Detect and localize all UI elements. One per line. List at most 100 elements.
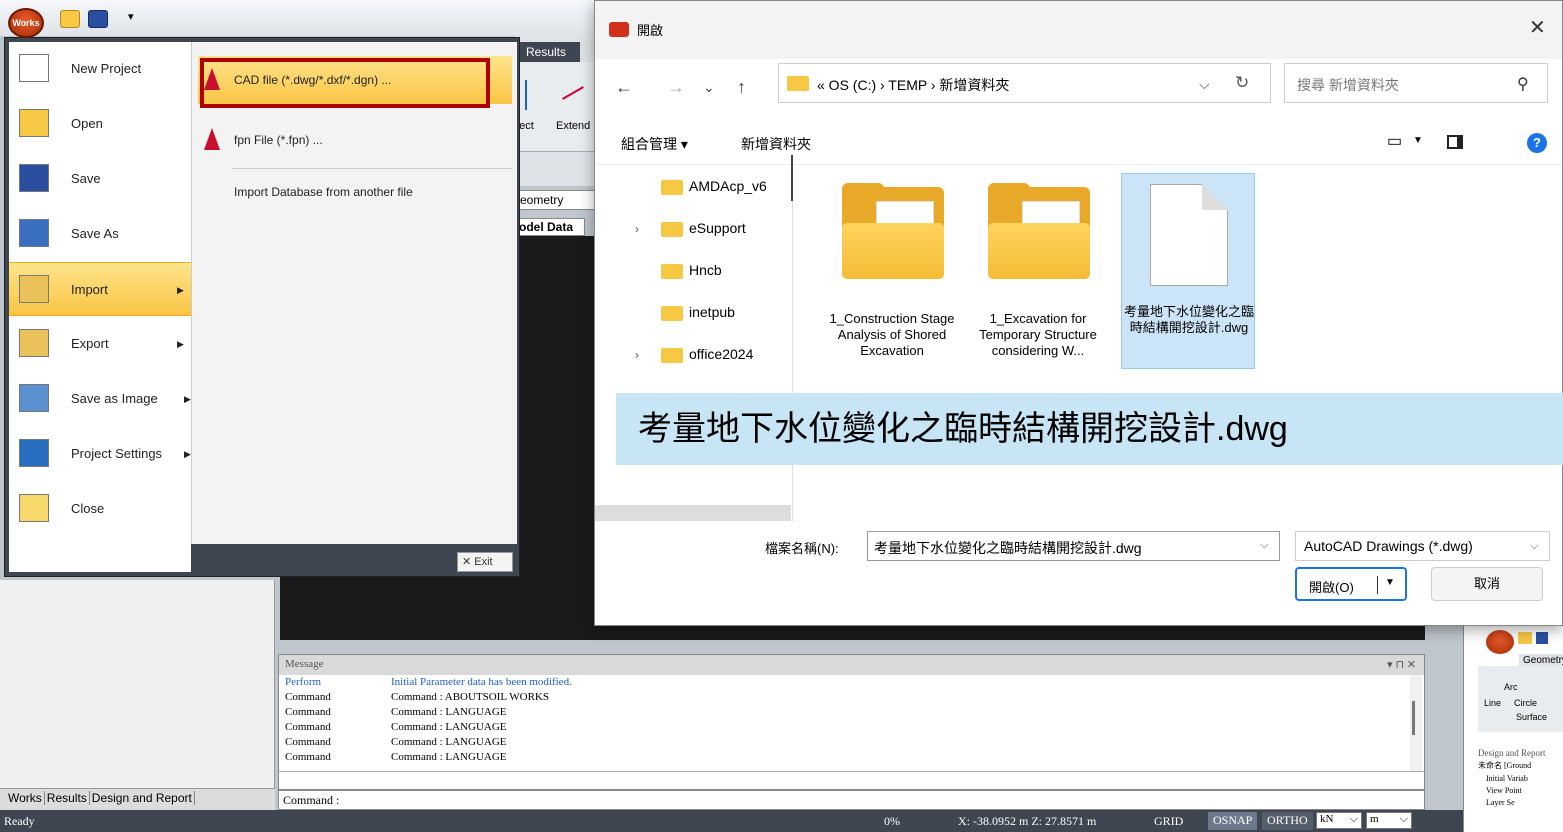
osnap-toggle[interactable]: OSNAP xyxy=(1208,812,1258,830)
tab-results[interactable]: Results xyxy=(520,42,580,62)
preview-pane-icon[interactable] xyxy=(1447,135,1463,149)
pane-splitter[interactable] xyxy=(791,155,793,201)
mini-tool-surface[interactable]: Surface xyxy=(1516,712,1547,722)
nav-tree-item[interactable]: Hncb xyxy=(595,253,791,289)
mini-tool-circle[interactable]: Circle xyxy=(1514,698,1537,708)
help-icon[interactable]: ? xyxy=(1527,133,1547,153)
import-icon xyxy=(19,275,49,303)
back-icon[interactable]: ← xyxy=(615,77,633,98)
mini-tool-line[interactable]: Line xyxy=(1484,698,1501,708)
save-icon[interactable] xyxy=(1536,632,1548,644)
message-panel-title: Message xyxy=(285,658,324,670)
works-tree-pane[interactable] xyxy=(0,580,275,788)
menu-item-import[interactable]: Import ▶ xyxy=(9,262,191,316)
filename-value: 考量地下水位變化之臨時結構開挖設計.dwg xyxy=(874,540,1142,556)
status-bar: Ready 0% X: -38.0952 m Z: 27.8571 m GRID… xyxy=(0,810,1463,832)
nav-selected-row[interactable] xyxy=(595,505,791,521)
mini-tree-header: Design and Report xyxy=(1478,748,1546,758)
tab-results-pane[interactable]: Results xyxy=(44,791,90,805)
open-button[interactable]: 開啟(O) ▼ xyxy=(1295,567,1407,601)
menu-divider xyxy=(232,168,512,169)
search-input[interactable]: 搜尋 新增資料夾 ⚲ xyxy=(1284,63,1548,103)
chevron-down-icon[interactable]: ▼ xyxy=(1413,135,1423,146)
forward-icon[interactable]: → xyxy=(667,77,685,98)
command-input[interactable]: Command : xyxy=(278,790,1425,810)
panel-controls[interactable]: ▾ ⊓ ✕ xyxy=(1387,658,1416,671)
folder-item[interactable]: 1_Excavation for Temporary Structure con… xyxy=(971,173,1105,381)
organize-button[interactable]: 組合管理 ▾ xyxy=(621,134,688,154)
mini-ribbon: Arc Line Circle Surface xyxy=(1478,666,1563,732)
message-text: Command : LANGUAGE xyxy=(391,736,507,748)
menu-item-project-settings[interactable]: Project Settings ▶ xyxy=(9,427,191,481)
chevron-down-icon[interactable]: ⌵ xyxy=(1530,540,1538,553)
chevron-down-icon[interactable]: ⌵ xyxy=(1260,539,1268,552)
menu-item-new-project[interactable]: New Project xyxy=(9,42,191,96)
tab-design-report[interactable]: Design and Report xyxy=(89,791,195,805)
nav-tree-item[interactable]: inetpub xyxy=(595,295,791,331)
open-folder-icon[interactable] xyxy=(60,10,80,28)
grid-toggle[interactable]: GRID xyxy=(1154,814,1183,829)
mini-tree-item[interactable]: View Point xyxy=(1478,786,1563,795)
split-divider xyxy=(1377,576,1378,594)
mini-tool-arc[interactable]: Arc xyxy=(1504,682,1518,692)
nav-tree-item[interactable]: › eSupport xyxy=(595,211,791,247)
chevron-down-icon: ⌵ xyxy=(1399,813,1408,825)
filename-input[interactable]: 考量地下水位變化之臨時結構開挖設計.dwg ⌵ xyxy=(867,531,1280,561)
save-icon[interactable] xyxy=(88,10,108,28)
refresh-icon[interactable]: ↻ xyxy=(1235,73,1249,93)
mini-app-orb[interactable] xyxy=(1486,630,1514,654)
qat-dropdown-icon[interactable]: ▾ xyxy=(128,10,134,23)
application-orb-button[interactable]: Works xyxy=(8,8,44,38)
scrollbar-thumb[interactable] xyxy=(1412,701,1415,735)
new-folder-button[interactable]: 新增資料夾 xyxy=(741,134,811,154)
mini-tree-item[interactable]: Layer Se xyxy=(1478,798,1563,807)
menu-item-save-as-image[interactable]: Save as Image ▶ xyxy=(9,372,191,426)
message-row: Command Command : LANGUAGE xyxy=(285,752,507,763)
quick-access-toolbar: ▾ xyxy=(0,0,600,36)
nav-tree-item[interactable]: AMDAcp_v6 xyxy=(595,169,791,205)
exit-icon: ✕ xyxy=(462,556,472,568)
folder-icon xyxy=(661,264,683,279)
tab-works[interactable]: Works xyxy=(6,791,45,805)
cancel-button[interactable]: 取消 xyxy=(1431,567,1543,601)
mini-tree-item[interactable]: Initial Variab xyxy=(1478,774,1563,783)
up-icon[interactable]: ↑ xyxy=(737,77,746,98)
app-logo-icon xyxy=(609,22,629,37)
file-type-select[interactable]: AutoCAD Drawings (*.dwg) ⌵ xyxy=(1295,531,1550,561)
force-unit-select[interactable]: kN ⌵ xyxy=(1316,812,1362,829)
folder-icon xyxy=(988,183,1090,279)
exit-button[interactable]: ✕ Exit xyxy=(457,552,513,572)
import-database-item[interactable]: Import Database from another file xyxy=(192,180,518,204)
ortho-toggle[interactable]: ORTHO xyxy=(1262,812,1313,830)
menu-item-save-as[interactable]: Save As xyxy=(9,207,191,261)
address-bar[interactable]: « OS (C:) › TEMP › 新增資料夾 ⌵ ↻ xyxy=(778,63,1271,103)
mini-tree-root[interactable]: 未命名 [Ground xyxy=(1478,760,1563,771)
fpn-file-icon xyxy=(204,128,220,150)
menu-item-export[interactable]: Export ▶ xyxy=(9,317,191,371)
file-item-selected[interactable]: 考量地下水位變化之臨時結構開挖設計.dwg xyxy=(1121,173,1255,369)
folder-item[interactable]: 1_Construction Stage Analysis of Shored … xyxy=(825,173,959,381)
message-type: Command xyxy=(285,706,331,718)
open-folder-icon[interactable] xyxy=(1518,632,1532,644)
nav-tree-item[interactable]: › office2024 xyxy=(595,337,791,373)
nav-tree-label: Hncb xyxy=(689,262,722,278)
menu-item-save[interactable]: Save xyxy=(9,152,191,206)
geometry-field[interactable]: eometry xyxy=(515,190,595,210)
expand-chevron-icon[interactable]: › xyxy=(635,348,639,362)
close-icon[interactable]: ✕ xyxy=(1529,15,1546,40)
tab-model-data[interactable]: odel Data xyxy=(515,218,585,236)
recent-locations-icon[interactable]: ⌄ xyxy=(703,79,715,96)
expand-chevron-icon[interactable]: › xyxy=(635,222,639,236)
chevron-down-icon[interactable]: ▼ xyxy=(1385,577,1395,588)
menu-item-open[interactable]: Open xyxy=(9,97,191,151)
message-row: Command Command : LANGUAGE xyxy=(285,737,507,748)
extend-tool[interactable]: Extend xyxy=(556,120,590,132)
breadcrumb[interactable]: « OS (C:) › TEMP › 新增資料夾 xyxy=(817,75,1009,95)
menu-item-close[interactable]: Close xyxy=(9,482,191,536)
length-unit-select[interactable]: m ⌵ xyxy=(1366,812,1412,829)
message-divider xyxy=(279,771,1424,775)
import-fpn-file-item[interactable]: fpn File (*.fpn) ... xyxy=(192,120,518,160)
message-scrollbar[interactable] xyxy=(1410,675,1422,771)
view-icon[interactable]: ▭ xyxy=(1387,131,1402,151)
chevron-down-icon[interactable]: ⌵ xyxy=(1199,76,1210,93)
